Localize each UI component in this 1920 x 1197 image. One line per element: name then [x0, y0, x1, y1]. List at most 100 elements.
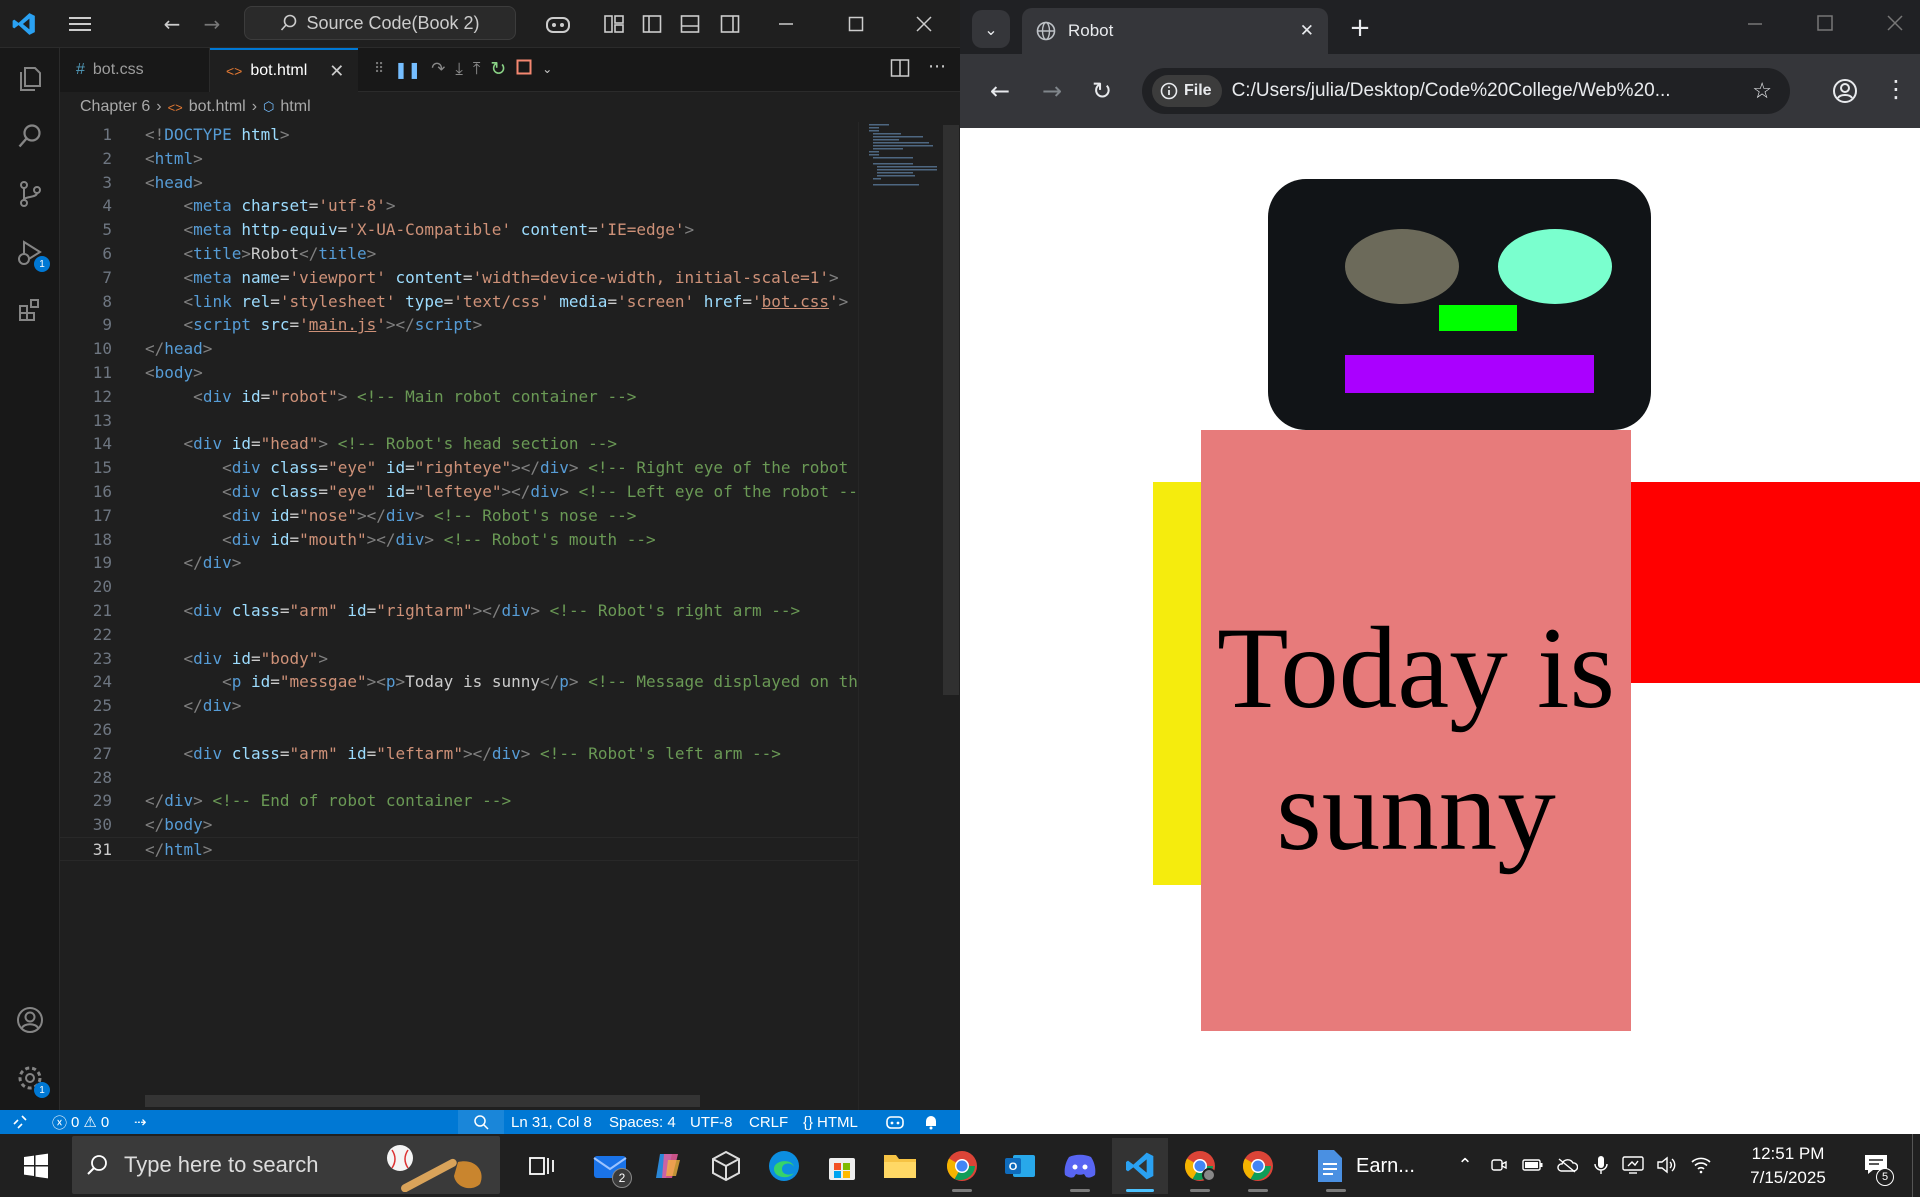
notification-center-icon[interactable]: 5 [1856, 1148, 1896, 1186]
run-debug-icon[interactable]: 1 [10, 232, 50, 272]
file-explorer-icon[interactable] [872, 1138, 928, 1194]
code-line[interactable]: 13 [60, 409, 858, 433]
chevron-down-icon[interactable]: ⌄ [542, 62, 552, 76]
tab-bot-css[interactable]: # bot.css [60, 48, 210, 92]
code-line[interactable]: 8 <link rel='stylesheet' type='text/css'… [60, 290, 858, 314]
toggle-secondary-sidebar-icon[interactable] [714, 8, 746, 40]
manage-gear-icon[interactable]: 1 [10, 1058, 50, 1098]
breadcrumb-folder[interactable]: Chapter 6 [80, 98, 150, 116]
problems-indicator[interactable]: ⓧ 0 ⚠ 0 [52, 1110, 109, 1134]
chrome-menu-kebab-icon[interactable]: ⋮ [1884, 74, 1908, 104]
menu-hamburger-icon[interactable] [64, 8, 96, 40]
encoding[interactable]: UTF-8 [690, 1110, 733, 1134]
step-out-icon[interactable]: ⤒ [473, 59, 481, 79]
code-line[interactable]: 12 <div id="robot"> <!-- Main robot cont… [60, 385, 858, 409]
tab-close-icon[interactable]: ✕ [1300, 21, 1314, 41]
vertical-scrollbar-thumb[interactable] [943, 125, 959, 695]
reload-icon[interactable]: ↻ [1092, 76, 1112, 106]
chrome-taskbar-icon[interactable] [934, 1138, 990, 1194]
code-editor[interactable]: 1 <!DOCTYPE html> 2 <html> 3 <head> 4 <meta ch… [60, 122, 858, 1110]
code-line[interactable]: 11 <body> [60, 361, 858, 385]
extensions-icon[interactable] [10, 290, 50, 330]
code-line[interactable]: 20 [60, 575, 858, 599]
chrome-second-taskbar-icon[interactable] [1230, 1138, 1286, 1194]
maximize-icon[interactable] [840, 8, 872, 40]
code-line[interactable]: 1 <!DOCTYPE html> [60, 123, 858, 147]
code-line[interactable]: 2 <html> [60, 147, 858, 171]
code-line[interactable]: 15 <div class="eye" id="righteye"></div>… [60, 456, 858, 480]
code-line[interactable]: 19 </div> [60, 551, 858, 575]
copilot-status-icon[interactable] [886, 1110, 904, 1134]
source-control-icon[interactable] [10, 174, 50, 214]
code-line[interactable]: 21 <div class="arm" id="rightarm"></div>… [60, 599, 858, 623]
outlook-icon[interactable]: O [992, 1138, 1048, 1194]
code-line[interactable]: 16 <div class="eye" id="lefteye"></div> … [60, 480, 858, 504]
breadcrumb-symbol[interactable]: html [280, 98, 310, 116]
split-editor-icon[interactable] [890, 58, 910, 82]
code-line[interactable]: 4 <meta charset='utf-8'> [60, 194, 858, 218]
code-line[interactable]: 5 <meta http-equiv='X-UA-Compatible' con… [60, 218, 858, 242]
battery-icon[interactable] [1518, 1148, 1548, 1182]
code-line[interactable]: 27 <div class="arm" id="leftarm"></div> … [60, 742, 858, 766]
code-line[interactable]: 3 <head> [60, 171, 858, 195]
code-line[interactable]: 26 [60, 718, 858, 742]
accounts-icon[interactable] [10, 1000, 50, 1040]
restart-icon[interactable]: ↻ [490, 58, 506, 80]
code-line[interactable]: 28 [60, 766, 858, 790]
layout-customize-icon[interactable] [598, 8, 630, 40]
edge-browser-icon[interactable] [756, 1138, 812, 1194]
vscode-taskbar-icon[interactable] [1112, 1138, 1168, 1194]
chrome-close-icon[interactable] [1886, 14, 1904, 36]
profile-avatar-icon[interactable] [1832, 78, 1858, 108]
windows-start-icon[interactable] [8, 1138, 64, 1194]
site-info-chip[interactable]: File [1152, 75, 1222, 107]
minimap[interactable] [858, 122, 944, 1110]
code-line[interactable]: 31 </html> [60, 837, 858, 861]
chrome-maximize-icon[interactable] [1816, 14, 1834, 36]
code-line[interactable]: 14 <div id="head"> <!-- Robot's head sec… [60, 432, 858, 456]
taskbar-search-box[interactable]: Type here to search [72, 1136, 500, 1194]
forward-arrow-icon[interactable]: → [196, 8, 228, 40]
copilot-app-icon[interactable] [640, 1138, 696, 1194]
chrome-minimize-icon[interactable] [1746, 14, 1764, 36]
show-desktop-divider[interactable] [1912, 1134, 1913, 1197]
display-icon[interactable] [1618, 1148, 1648, 1182]
indentation[interactable]: Spaces: 4 [609, 1110, 676, 1134]
code-line[interactable]: 17 <div id="nose"></div> <!-- Robot's no… [60, 504, 858, 528]
code-line[interactable]: 22 [60, 623, 858, 647]
close-icon[interactable] [908, 8, 940, 40]
word-document-taskbar-item[interactable]: Earn... [1308, 1138, 1432, 1194]
tab-close-icon[interactable]: ✕ [329, 61, 344, 82]
tab-bot-html[interactable]: <> bot.html ✕ [210, 48, 358, 92]
code-line[interactable]: 30 </body> [60, 813, 858, 837]
code-line[interactable]: 24 <p id="messgae"><p>Today is sunny</p>… [60, 670, 858, 694]
code-line[interactable]: 9 <script src='main.js'></script> [60, 313, 858, 337]
command-center-search[interactable]: Source Code(Book 2) [244, 6, 516, 40]
show-hidden-icons-chevron-up-icon[interactable]: ⌃ [1450, 1148, 1480, 1182]
language-mode[interactable]: {} HTML [803, 1110, 858, 1134]
step-into-icon[interactable]: ⤓ [455, 59, 463, 79]
tab-robot[interactable]: Robot ✕ [1022, 8, 1328, 54]
horizontal-scrollbar-thumb[interactable] [145, 1095, 700, 1107]
back-arrow-icon[interactable]: ← [156, 8, 188, 40]
bookmark-star-icon[interactable]: ☆ [1752, 78, 1772, 104]
zoom-search-icon[interactable] [458, 1110, 504, 1134]
code-line[interactable]: 25 </div> [60, 694, 858, 718]
more-actions-icon[interactable]: ⋯ [928, 58, 946, 82]
copilot-icon[interactable] [536, 8, 580, 40]
cursor-position[interactable]: Ln 31, Col 8 [511, 1110, 592, 1134]
cube-app-icon[interactable] [698, 1138, 754, 1194]
code-line[interactable]: 6 <title>Robot</title> [60, 242, 858, 266]
search-icon[interactable] [10, 116, 50, 156]
notifications-bell-icon[interactable] [924, 1110, 938, 1134]
mail-app-icon[interactable]: 2 [582, 1138, 638, 1194]
toggle-panel-icon[interactable] [674, 8, 706, 40]
discord-icon[interactable] [1052, 1138, 1108, 1194]
minimize-icon[interactable] [770, 8, 802, 40]
new-tab-plus-icon[interactable]: + [1344, 12, 1376, 44]
forward-arrow-icon[interactable]: → [1042, 76, 1062, 106]
task-view-icon[interactable] [514, 1138, 570, 1194]
wifi-icon[interactable] [1686, 1148, 1716, 1182]
system-clock[interactable]: 12:51 PM 7/15/2025 [1740, 1142, 1836, 1190]
tab-search-chevron-down-icon[interactable]: ⌄ [972, 10, 1010, 48]
